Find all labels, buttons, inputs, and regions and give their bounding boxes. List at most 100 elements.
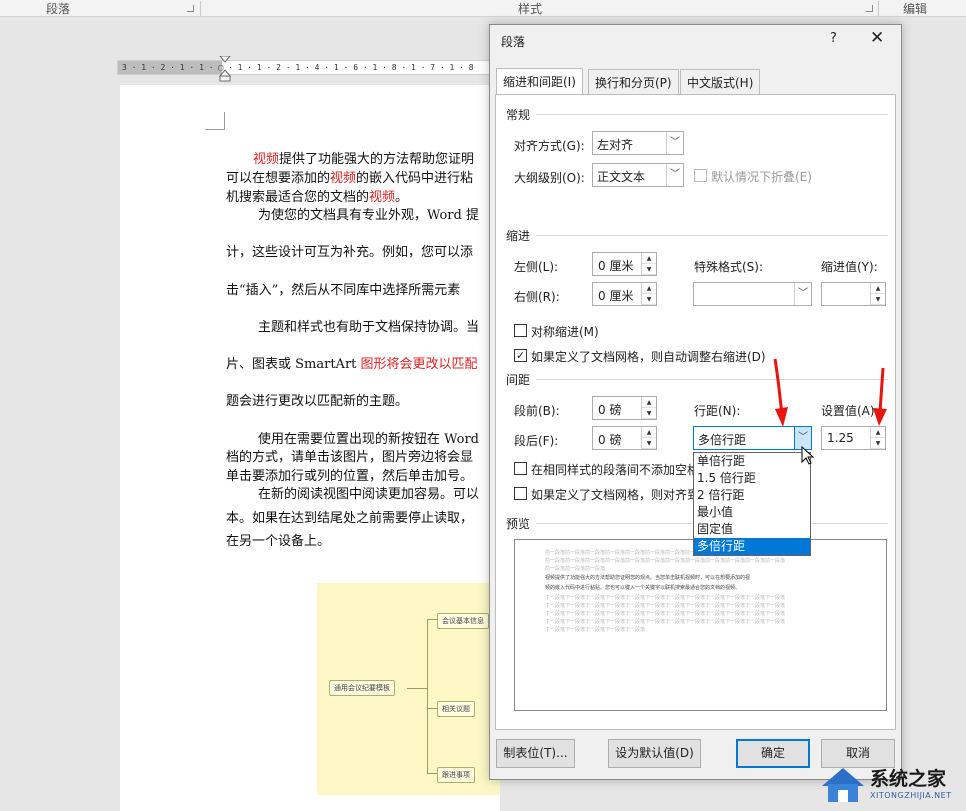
preview-line: 下一段落下一段落下一段落下一段落下一段落下一段落下一段落下一段落下一段落下一段落… [545, 603, 786, 609]
tabs-button[interactable]: 制表位(T)... [496, 739, 575, 768]
ribbon-separator [878, 1, 879, 16]
tab-line-page-breaks[interactable]: 换行和分页(P) [588, 69, 679, 94]
doc-line: 计，这些设计可互为补充。例如，您可以添 [226, 245, 474, 260]
doc-line: 档的方式，请单击该图片，图片旁边将会显 [226, 450, 474, 465]
mindmap-image[interactable]: 通用会议纪要模板 会议基本信息 相关议题 跟进事项 [317, 583, 500, 795]
line-option-multiple[interactable]: 多倍行距 [694, 538, 810, 555]
auto-adjust-label: 如果定义了文档网格，则自动调整右缩进(D) [531, 350, 766, 364]
help-button[interactable]: ? [830, 31, 837, 46]
spacing-before-label: 段前(B): [514, 404, 560, 418]
indent-left-spinner[interactable]: 0 厘米 ▲ ▼ [592, 252, 657, 276]
preview-line: 下一段落下一段落下一段落下一段落下一段落 [545, 627, 646, 633]
ribbon-group-editing: 编辑 [903, 2, 928, 16]
spinner-arrows-icon[interactable]: ▲ ▼ [870, 283, 885, 305]
line-option-double[interactable]: 2 倍行距 [694, 487, 810, 504]
doc-line: 击“插入”，然后从不同库中选择所需元素 [226, 283, 461, 298]
set-default-button[interactable]: 设为默认值(D) [608, 739, 701, 768]
section-indent-heading: 缩进 [506, 229, 531, 243]
chevron-down-icon: ﹀ [794, 283, 811, 305]
line-option-at-least[interactable]: 最小值 [694, 504, 810, 521]
spacing-at-spinner[interactable]: 1.25 ▲ ▼ [821, 426, 886, 450]
no-space-label: 在相同样式的段落间不添加空格 [531, 463, 700, 477]
line-spacing-select[interactable]: 多倍行距 ﹀ [693, 426, 812, 450]
outline-level-select[interactable]: 正文文本 ﹀ [592, 163, 684, 187]
close-icon[interactable]: ✕ [870, 28, 884, 48]
indent-right-spinner[interactable]: 0 厘米 ▲ ▼ [592, 282, 657, 306]
house-logo-icon [822, 768, 864, 802]
watermark-url: XITONGZHIJIA.NET [870, 791, 952, 800]
mirror-indents-checkbox[interactable] [514, 324, 527, 337]
preview-line: 下一段落下一段落下一段落下一段落下一段落下一段落下一段落下一段落下一段落下一段落… [545, 595, 786, 601]
mouse-cursor-icon [801, 446, 815, 465]
dialog-title: 段落 [501, 35, 526, 49]
spinner-arrows-icon[interactable]: ▲ ▼ [641, 397, 656, 419]
ribbon-group-bar: 段落 样式 编辑 [0, 0, 966, 17]
auto-adjust-checkbox[interactable]: ✓ [514, 349, 527, 362]
spinner-arrows-icon[interactable]: ▲ ▼ [870, 427, 885, 449]
preview-line: 前一段落前一段落前一段落前一段落前一段落前一段落前一段落前一段落前一段落前一段落… [545, 558, 786, 564]
spacing-after-spinner[interactable]: 0 磅 ▲ ▼ [592, 426, 657, 450]
tab-indents-spacing[interactable]: 缩进和间距(I) [496, 68, 583, 95]
doc-line: 题会进行更改以匹配新的主题。 [226, 394, 409, 409]
section-divider [536, 235, 888, 236]
indent-right-label: 右侧(R): [514, 290, 560, 304]
alignment-label: 对齐方式(G): [514, 139, 585, 153]
doc-line: 片、图表或 SmartArt 图形将会更改以匹配 [226, 357, 478, 372]
section-divider [536, 379, 888, 380]
mindmap-node: 相关议题 [437, 701, 475, 717]
spacing-before-spinner[interactable]: 0 磅 ▲ ▼ [592, 396, 657, 420]
preview-line: 前一段落前一段落前一段落 [545, 566, 606, 572]
doc-line: 单击要添加行或列的位置，然后单击加号。 [226, 469, 474, 484]
preview-line: 下一段落下一段落下一段落下一段落下一段落下一段落下一段落下一段落下一段落下一段落… [545, 611, 786, 617]
ribbon-group-styles: 样式 [518, 2, 543, 16]
annotation-arrow-icon [773, 358, 788, 427]
spinner-arrows-icon[interactable]: ▲ ▼ [641, 283, 656, 305]
doc-line: 在新的阅读视图中阅读更加容易。可以 [258, 487, 480, 502]
mirror-indents-label: 对称缩进(M) [531, 325, 599, 339]
section-spacing-heading: 间距 [506, 373, 531, 387]
doc-line: 视频提供了功能强大的方法帮助您证明 [253, 152, 475, 167]
indent-by-label: 缩进值(Y): [821, 260, 878, 274]
collapse-checkbox [694, 169, 707, 182]
spacing-after-label: 段后(F): [514, 434, 559, 448]
chevron-down-icon: ﹀ [666, 132, 683, 154]
doc-line: 为使您的文档具有专业外观，Word 提 [258, 208, 479, 223]
doc-line: 机搜索最适合您的文档的视频。 [226, 190, 409, 205]
section-divider [536, 114, 888, 115]
preview-line: 下一段落下一段落下一段落下一段落下一段落下一段落下一段落下一段落下一段落下一段落… [545, 619, 786, 625]
spinner-arrows-icon[interactable]: ▲ ▼ [641, 253, 656, 275]
styles-dialog-launcher-icon[interactable] [866, 5, 873, 12]
ok-button[interactable]: 确定 [736, 739, 810, 768]
paragraph-preview: 前一段落前一段落前一段落前一段落前一段落前一段落前一段落前一段落前一段落前一段落… [514, 539, 887, 711]
paragraph-dialog-launcher-icon[interactable] [187, 5, 194, 12]
mindmap-root-node: 通用会议纪要模板 [329, 680, 395, 696]
line-spacing-dropdown-list[interactable]: 单倍行距 1.5 倍行距 2 倍行距 最小值 固定值 多倍行距 [693, 452, 811, 556]
mindmap-node: 跟进事项 [437, 767, 475, 783]
alignment-select[interactable]: 左对齐 ﹀ [592, 131, 684, 155]
doc-line: 使用在需要位置出现的新按钮在 Word [258, 432, 479, 447]
section-general-heading: 常规 [506, 108, 531, 122]
watermark-text: 系统之家 [870, 768, 947, 790]
indent-by-spinner[interactable]: ▲ ▼ [821, 282, 886, 306]
special-indent-select[interactable]: ﹀ [693, 282, 812, 306]
special-indent-label: 特殊格式(S): [694, 260, 764, 274]
mindmap-node: 会议基本信息 [437, 613, 489, 629]
site-watermark: 系统之家 XITONGZHIJIA.NET [818, 756, 966, 811]
preview-line: 视频提供了功能强大的方法帮助您证明您的观点。当您单击联机视频时，可以在想要添加的… [545, 575, 751, 581]
ruler-indent-marker-icon[interactable] [219, 56, 231, 82]
preview-line: 频的嵌入代码中进行粘贴。您也可以键入一个关键字以联机搜索最适合您的文档的视频。 [545, 585, 741, 591]
no-space-checkbox[interactable] [514, 462, 527, 475]
collapse-label: 默认情况下折叠(E) [711, 170, 812, 184]
doc-line: 可以在想要添加的视频的嵌入代码中进行粘 [226, 171, 474, 186]
line-option-exactly[interactable]: 固定值 [694, 521, 810, 538]
ribbon-group-paragraph: 段落 [46, 2, 71, 16]
horizontal-ruler[interactable]: 3 · 1 · 2 · 1 · 1 · ▢ · 1 · 1 · 2 · 1 · … [117, 60, 497, 75]
line-option-1-5[interactable]: 1.5 倍行距 [694, 470, 810, 487]
tab-asian-typography[interactable]: 中文版式(H) [680, 69, 761, 94]
ruler-ticks: 3 · 1 · 2 · 1 · 1 · ▢ · 1 · 1 · 2 · 1 · … [122, 63, 474, 72]
section-preview-heading: 预览 [506, 517, 531, 531]
line-option-single[interactable]: 单倍行距 [694, 453, 810, 470]
ribbon-separator [200, 1, 201, 16]
spinner-arrows-icon[interactable]: ▲ ▼ [641, 427, 656, 449]
snap-grid-checkbox[interactable] [514, 487, 527, 500]
